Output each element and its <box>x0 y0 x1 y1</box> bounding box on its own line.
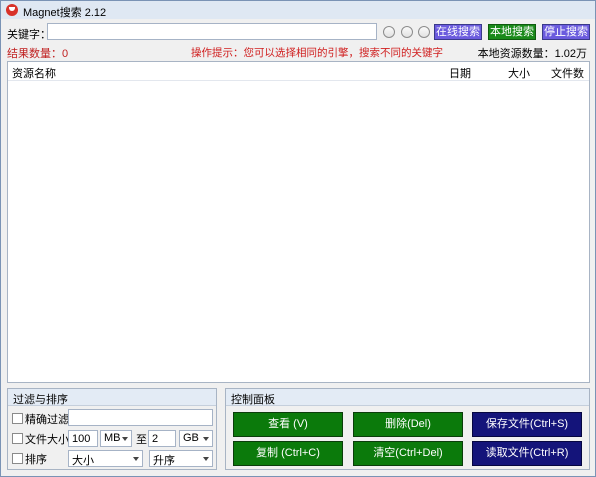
size-max-input[interactable] <box>148 430 176 447</box>
read-file-button[interactable]: 读取文件(Ctrl+R) <box>472 441 582 466</box>
save-file-button[interactable]: 保存文件(Ctrl+S) <box>472 412 582 437</box>
window-title: Magnet搜索 2.12 <box>23 7 107 19</box>
to-label: 至 <box>136 434 147 446</box>
control-panel-title: 控制面板 <box>226 389 589 406</box>
column-date[interactable]: 日期 <box>449 65 471 81</box>
exact-filter-input[interactable] <box>68 409 213 426</box>
local-resource-count: 本地资源数量：1.02万 <box>477 48 587 60</box>
chevron-down-icon <box>122 437 128 441</box>
app-window: Magnet搜索 2.12 关键字： 在线搜索 本地搜索 停止搜索 结果数量：0… <box>0 0 596 477</box>
sort-label: 排序 <box>25 454 47 466</box>
online-search-button[interactable]: 在线搜索 <box>434 24 482 40</box>
engine-radio-2[interactable] <box>401 26 413 38</box>
title-bar: Magnet搜索 2.12 <box>1 1 595 19</box>
size-min-unit-select[interactable]: MB <box>100 430 132 447</box>
list-header: 资源名称 日期 大小 文件数 <box>8 62 589 81</box>
sort-order-select[interactable]: 升序 <box>149 450 213 467</box>
exact-filter-checkbox[interactable] <box>12 413 23 424</box>
size-min-input[interactable] <box>68 430 98 447</box>
magnet-app-icon <box>6 4 18 16</box>
stop-search-button[interactable]: 停止搜索 <box>542 24 590 40</box>
view-button[interactable]: 查看 (V) <box>233 412 343 437</box>
clear-button[interactable]: 清空(Ctrl+Del) <box>353 441 463 466</box>
size-min-unit-value: MB <box>104 432 121 444</box>
operation-tip: 操作提示：您可以选择相同的引擎，搜索不同的关键字 <box>191 47 443 59</box>
size-max-unit-select[interactable]: GB <box>179 430 213 447</box>
control-panel: 控制面板 查看 (V) 删除(Del) 保存文件(Ctrl+S) 复制 (Ctr… <box>225 388 590 470</box>
sort-field-select[interactable]: 大小 <box>68 450 143 467</box>
filter-sort-panel: 过滤与排序 精确过滤 文件大小 MB 至 GB 排序 大小 <box>7 388 217 470</box>
column-file-count[interactable]: 文件数 <box>551 65 584 81</box>
column-size[interactable]: 大小 <box>508 65 530 81</box>
size-max-unit-value: GB <box>183 432 199 444</box>
column-name[interactable]: 资源名称 <box>12 65 56 81</box>
sort-field-value: 大小 <box>72 455 94 467</box>
keyword-input[interactable] <box>47 23 377 40</box>
engine-radio-1[interactable] <box>383 26 395 38</box>
chevron-down-icon <box>203 457 209 461</box>
engine-radio-3[interactable] <box>418 26 430 38</box>
local-search-button[interactable]: 本地搜索 <box>488 24 536 40</box>
copy-button[interactable]: 复制 (Ctrl+C) <box>233 441 343 466</box>
result-count: 结果数量：0 <box>7 48 69 60</box>
sort-checkbox[interactable] <box>12 453 23 464</box>
results-list[interactable]: 资源名称 日期 大小 文件数 <box>7 61 590 383</box>
keyword-label: 关键字： <box>7 29 51 41</box>
file-size-checkbox[interactable] <box>12 433 23 444</box>
sort-order-value: 升序 <box>153 455 175 467</box>
main-area: 关键字： 在线搜索 本地搜索 停止搜索 结果数量：0 操作提示：您可以选择相同的… <box>1 19 595 476</box>
file-size-label: 文件大小 <box>25 434 69 446</box>
filter-panel-title: 过滤与排序 <box>8 389 216 406</box>
delete-button[interactable]: 删除(Del) <box>353 412 463 437</box>
exact-filter-label: 精确过滤 <box>25 414 69 426</box>
chevron-down-icon <box>203 437 209 441</box>
chevron-down-icon <box>133 457 139 461</box>
